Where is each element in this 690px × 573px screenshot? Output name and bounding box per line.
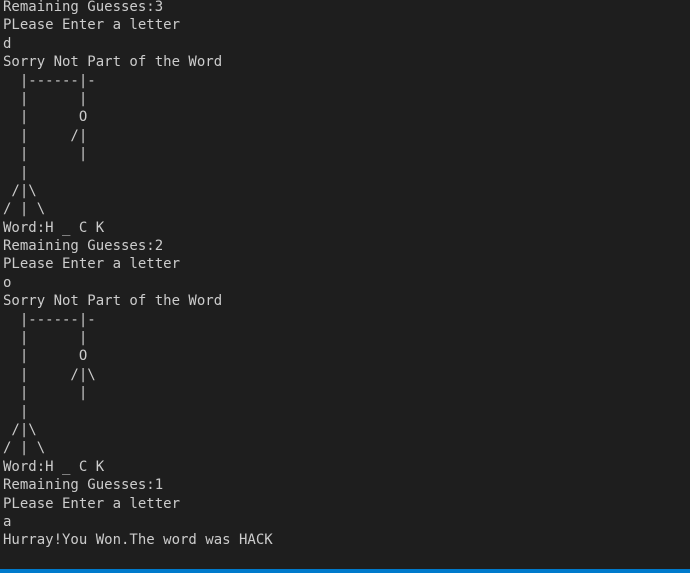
terminal-line: Remaining Guesses:1 — [3, 477, 164, 494]
terminal-line: Remaining Guesses:2 — [3, 238, 164, 255]
terminal-line: a — [3, 513, 12, 530]
terminal-line: PLease Enter a letter — [3, 495, 181, 512]
terminal-line: | O — [3, 348, 88, 365]
terminal-panel[interactable]: Remaining Guesses:3 PLease Enter a letter… — [0, 0, 690, 573]
terminal-line: | | — [3, 90, 88, 107]
terminal-line: | /|\ — [3, 366, 96, 383]
terminal-line: PLease Enter a letter — [3, 256, 181, 273]
terminal-line: | | — [3, 330, 88, 347]
terminal-line: Word:H _ C K — [3, 458, 105, 475]
terminal-line: Sorry Not Part of the Word — [3, 54, 223, 71]
terminal-line: | /| — [3, 127, 88, 144]
terminal-line: /|\ — [3, 421, 37, 438]
terminal-line: | — [3, 403, 29, 420]
terminal-line: | | — [3, 146, 88, 163]
terminal-line: PLease Enter a letter — [3, 17, 181, 34]
terminal-line: | | — [3, 385, 88, 402]
terminal-line: / | \ — [3, 201, 46, 218]
terminal-line: o — [3, 274, 12, 291]
terminal-line: | O — [3, 109, 88, 126]
terminal-line: / | \ — [3, 440, 46, 457]
terminal-line: /|\ — [3, 182, 37, 199]
terminal-line: |------|- — [3, 311, 96, 328]
terminal-output: Remaining Guesses:3 PLease Enter a letter… — [3, 0, 690, 550]
terminal-line: |------|- — [3, 72, 96, 89]
terminal-line: Remaining Guesses:3 — [3, 0, 164, 15]
terminal-line: d — [3, 35, 12, 52]
terminal-line: Sorry Not Part of the Word — [3, 293, 223, 310]
terminal-line: Word:H _ C K — [3, 219, 105, 236]
terminal-line: Hurray!You Won.The word was HACK — [3, 532, 273, 549]
terminal-line: | — [3, 164, 29, 181]
